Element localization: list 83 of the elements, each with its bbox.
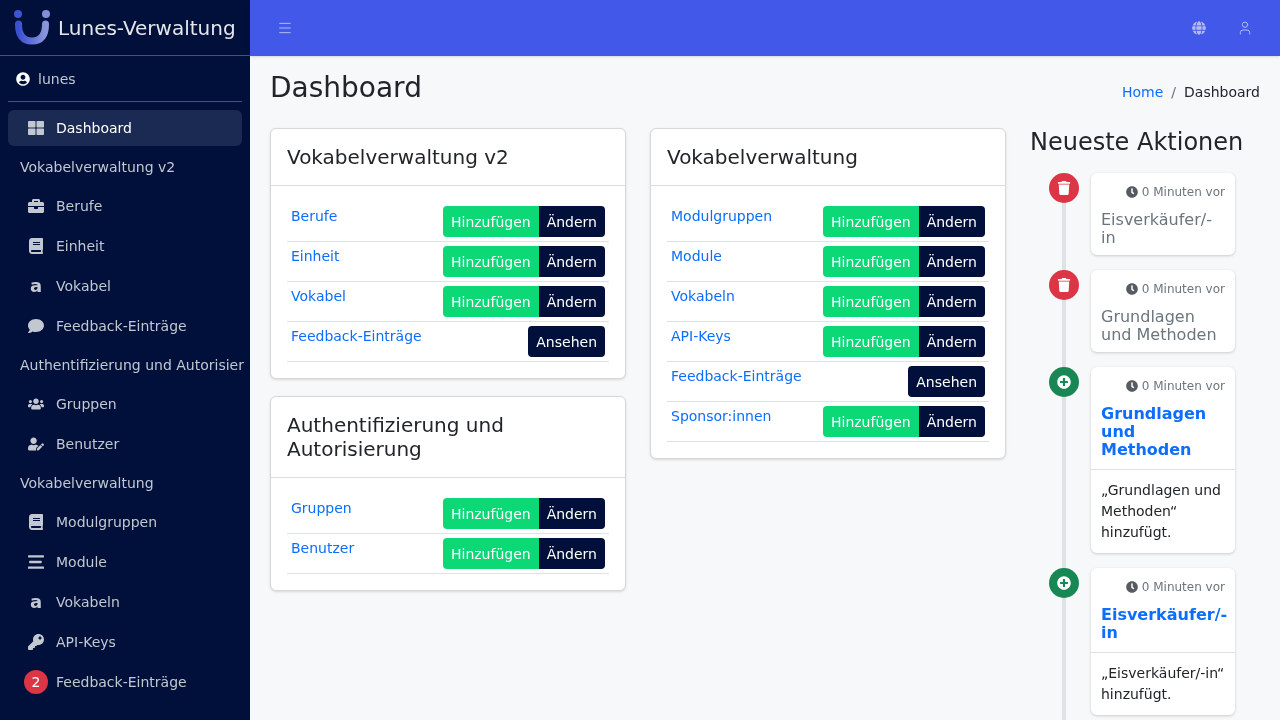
sidebar-section-title: Authentifizierung und Autorisier [20,356,244,375]
plus-icon [1049,568,1079,598]
entry-description: „Grundlagen und Methoden“ hinzufügt. [1101,481,1222,542]
model-link[interactable]: Gruppen [291,498,352,518]
change-button[interactable]: Ändern [538,498,605,529]
book-icon [28,514,44,530]
trash-icon [1049,173,1079,203]
card-title: Vokabelverwaltung v2 [287,145,510,169]
sidebar-item[interactable]: a Vokabeln [8,584,242,620]
change-button[interactable]: Ändern [918,206,985,237]
sidebar-item[interactable]: Feedback-Einträge [8,308,242,344]
letter-icon: a [29,593,43,611]
sidebar-item[interactable]: Dashboard [8,110,242,146]
timestamp: 0 Minuten vor [1141,378,1225,395]
lines-icon [28,554,44,570]
card-title: Authentifizierung und Autorisierung [287,413,505,461]
breadcrumb-separator: / [1171,83,1177,102]
change-button[interactable]: Ändern [538,206,605,237]
timestamp: 0 Minuten vor [1141,579,1225,596]
breadcrumb-link[interactable]: Home [1121,82,1164,102]
model-link[interactable]: Berufe [291,206,338,226]
menu-icon[interactable] [277,20,293,36]
letter-icon: a [29,277,43,295]
model-link[interactable]: API-Keys [671,326,731,346]
change-button[interactable]: Ändern [918,406,985,437]
sidebar-section-title: Vokabelverwaltung v2 [20,158,176,177]
sidebar-item[interactable]: Modulgruppen [8,504,242,540]
change-button[interactable]: Ändern [538,286,605,317]
app-logo [14,10,50,45]
model-link[interactable]: Modulgruppen [671,206,773,226]
entry-title: Eisverkäufer/-in [1101,211,1213,247]
entry-link[interactable]: Eisverkäufer/-in [1101,606,1225,642]
change-button[interactable]: Ändern [918,326,985,357]
sidebar-item[interactable]: Berufe [8,188,242,224]
model-link[interactable]: Vokabel [291,286,346,306]
globe-icon[interactable] [1192,21,1206,35]
page-title: Dashboard [270,71,422,105]
user-icon[interactable] [1237,20,1253,36]
breadcrumb-current: Dashboard [1184,83,1260,102]
sidebar-item[interactable]: Gruppen [8,386,242,422]
change-button[interactable]: Ändern [918,246,985,277]
clock-icon [1125,581,1138,593]
trash-icon [1049,270,1079,300]
plus-icon [1049,367,1079,397]
section-title: Neueste Aktionen [1030,128,1245,157]
sidebar-item[interactable]: API-Keys [8,624,242,660]
key-icon [28,634,44,650]
clock-icon [1125,380,1138,392]
view-button[interactable]: Ansehen [528,326,605,357]
briefcase-icon [28,198,44,214]
clock-icon [1125,186,1138,198]
model-link[interactable]: Vokabeln [671,286,735,306]
change-button[interactable]: Ändern [538,538,605,569]
change-button[interactable]: Ändern [918,286,985,317]
user-pen-icon [28,436,44,452]
entry-title: Grundlagen und Methoden [1101,308,1218,344]
sidebar-item[interactable]: Benutzer [8,426,242,462]
sidebar-item[interactable]: Einheit [8,228,242,264]
count-badge: 2 [24,670,48,694]
model-link[interactable]: Feedback-Einträge [291,326,422,346]
model-link[interactable]: Einheit [291,246,340,266]
speech-bubble-icon [28,318,44,334]
grid-icon [28,120,44,136]
change-button[interactable]: Ändern [538,246,605,277]
clock-icon [1125,283,1138,295]
model-link[interactable]: Sponsor:innen [671,406,772,426]
model-link[interactable]: Benutzer [291,538,355,558]
entry-description: „Eisverkäufer/-in“ hinzufügt. [1101,664,1225,704]
timestamp: 0 Minuten vor [1141,184,1225,201]
book-icon [28,238,44,254]
sidebar-section-title: Vokabelverwaltung [20,474,154,493]
brand-title: Lunes-Verwaltung [58,14,236,42]
timestamp: 0 Minuten vor [1141,281,1225,298]
sidebar-item[interactable]: 2 Feedback-Einträge [8,664,242,700]
user-name: lunes [38,69,76,89]
users-icon [28,396,44,412]
card-title: Vokabelverwaltung [667,145,859,169]
entry-link[interactable]: Grundlagen und Methoden [1101,405,1225,459]
sidebar-item[interactable]: Module [8,544,242,580]
model-link[interactable]: Module [671,246,722,266]
view-button[interactable]: Ansehen [908,366,985,397]
sidebar-item[interactable]: a Vokabel [8,268,242,304]
model-link[interactable]: Feedback-Einträge [671,366,802,386]
